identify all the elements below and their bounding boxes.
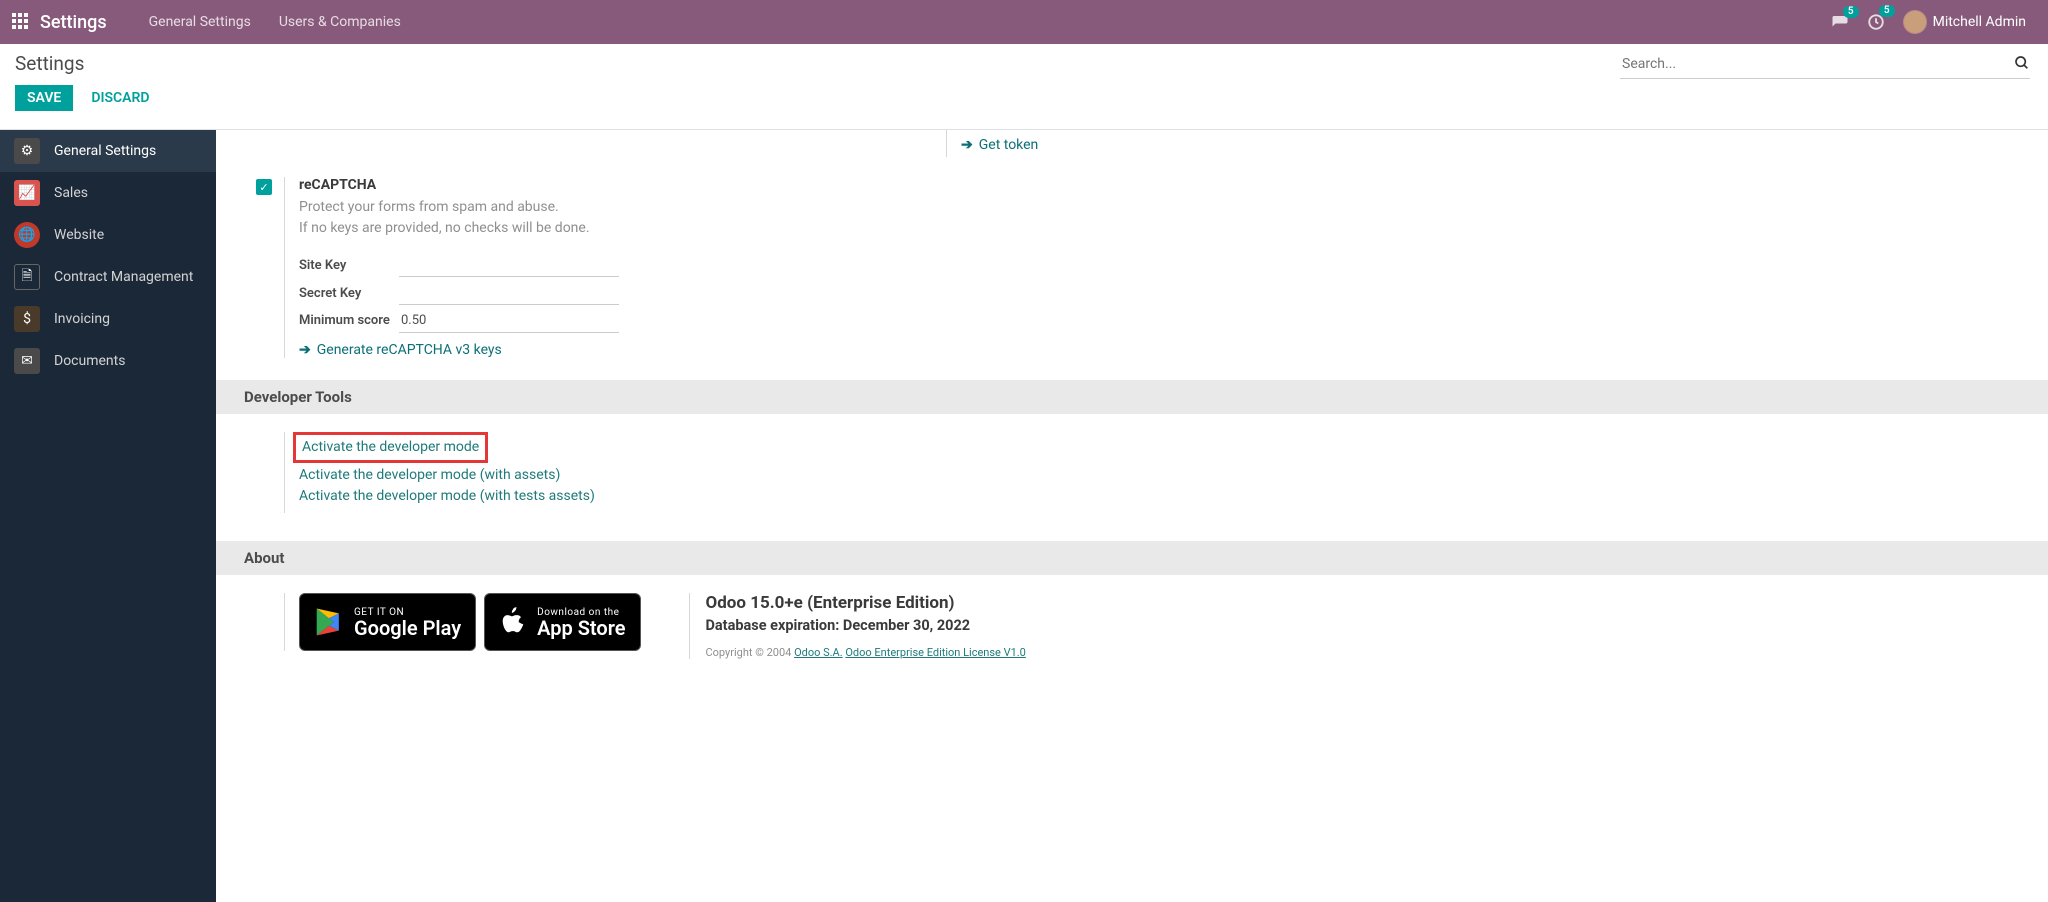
username: Mitchell Admin — [1933, 14, 2026, 30]
app-store-badge[interactable]: Download on the App Store — [484, 593, 640, 651]
license-link[interactable]: Odoo Enterprise Edition License V1.0 — [845, 646, 1026, 659]
arrow-right-icon: ➔ — [961, 137, 973, 153]
menu-users-companies[interactable]: Users & Companies — [265, 14, 415, 30]
sidebar-item-label: Contract Management — [54, 269, 193, 285]
sidebar-item-label: Sales — [54, 185, 88, 201]
secret-key-input[interactable] — [399, 281, 619, 305]
document-icon: 🗎 — [14, 264, 40, 290]
expiration-text: Database expiration: December 30, 2022 — [706, 617, 1026, 634]
sidebar-item-label: Website — [54, 227, 104, 243]
odoo-sa-link[interactable]: Odoo S.A. — [794, 646, 843, 659]
sidebar-item-sales[interactable]: 📈 Sales — [0, 172, 216, 214]
sidebar-item-label: General Settings — [54, 143, 156, 159]
apple-icon — [499, 606, 527, 638]
settings-sidebar: ⚙ General Settings 📈 Sales 🌐 Website 🗎 Contr… — [0, 130, 216, 902]
activities-icon[interactable]: 5 — [1867, 13, 1885, 31]
globe-icon: 🌐 — [14, 222, 40, 248]
min-score-label: Minimum score — [299, 313, 399, 329]
folder-icon: ✉ — [14, 348, 40, 374]
copyright-text: Copyright © 2004 Odoo S.A. Odoo Enterpri… — [706, 646, 1026, 659]
activate-dev-mode-tests-link[interactable]: Activate the developer mode (with tests … — [299, 486, 2048, 507]
activate-dev-mode-assets-link[interactable]: Activate the developer mode (with assets… — [299, 465, 2048, 486]
sidebar-item-general-settings[interactable]: ⚙ General Settings — [0, 130, 216, 172]
developer-links: Activate the developer mode Activate the… — [284, 432, 2048, 513]
discard-button[interactable]: DISCARD — [83, 85, 157, 111]
about-header: About — [216, 541, 2048, 575]
user-menu[interactable]: Mitchell Admin — [1903, 10, 2026, 34]
sidebar-item-label: Documents — [54, 353, 125, 369]
get-token-link[interactable]: ➔ Get token — [961, 137, 1038, 153]
search-icon[interactable] — [2014, 55, 2030, 75]
search-box — [1620, 50, 2030, 79]
menu-general-settings[interactable]: General Settings — [135, 14, 265, 30]
recaptcha-setting: ✓ reCAPTCHA Protect your forms from spam… — [216, 177, 2048, 358]
version-text: Odoo 15.0+e (Enterprise Edition) — [706, 593, 1026, 613]
settings-content: ➔ Get token ✓ reCAPTCHA Protect your form… — [216, 130, 2048, 902]
google-play-icon — [314, 606, 344, 638]
recaptcha-checkbox[interactable]: ✓ — [256, 179, 272, 195]
app-brand[interactable]: Settings — [40, 12, 107, 33]
setting-title: reCAPTCHA — [299, 177, 904, 193]
min-score-input[interactable] — [399, 309, 619, 333]
apps-icon[interactable] — [12, 13, 30, 31]
google-play-badge[interactable]: GET IT ON Google Play — [299, 593, 476, 651]
messages-icon[interactable]: 5 — [1831, 14, 1849, 30]
site-key-input[interactable] — [399, 253, 619, 277]
gear-icon: ⚙ — [14, 138, 40, 164]
sidebar-item-contract[interactable]: 🗎 Contract Management — [0, 256, 216, 298]
secret-key-label: Secret Key — [299, 286, 399, 301]
sidebar-item-invoicing[interactable]: $ Invoicing — [0, 298, 216, 340]
top-navbar: Settings General Settings Users & Compan… — [0, 0, 2048, 44]
setting-description: Protect your forms from spam and abuse. … — [299, 197, 904, 239]
invoice-icon: $ — [14, 306, 40, 332]
activate-dev-mode-link[interactable]: Activate the developer mode — [293, 432, 488, 463]
link-label: Get token — [979, 137, 1039, 153]
sidebar-item-website[interactable]: 🌐 Website — [0, 214, 216, 256]
avatar — [1903, 10, 1927, 34]
sidebar-item-label: Invoicing — [54, 311, 110, 327]
generate-recaptcha-link[interactable]: ➔ Generate reCAPTCHA v3 keys — [299, 342, 502, 358]
about-info: Odoo 15.0+e (Enterprise Edition) Databas… — [689, 593, 1026, 659]
save-button[interactable]: SAVE — [15, 85, 73, 111]
activities-badge: 5 — [1879, 5, 1895, 17]
arrow-right-icon: ➔ — [299, 342, 311, 358]
chart-icon: 📈 — [14, 180, 40, 206]
site-key-label: Site Key — [299, 258, 399, 273]
link-label: Generate reCAPTCHA v3 keys — [317, 342, 502, 358]
developer-tools-header: Developer Tools — [216, 380, 2048, 414]
messages-badge: 5 — [1843, 6, 1859, 18]
control-panel: Settings SAVE DISCARD — [0, 44, 2048, 130]
systray: 5 5 Mitchell Admin — [1831, 10, 2026, 34]
search-input[interactable] — [1620, 50, 2030, 79]
sidebar-item-documents[interactable]: ✉ Documents — [0, 340, 216, 382]
